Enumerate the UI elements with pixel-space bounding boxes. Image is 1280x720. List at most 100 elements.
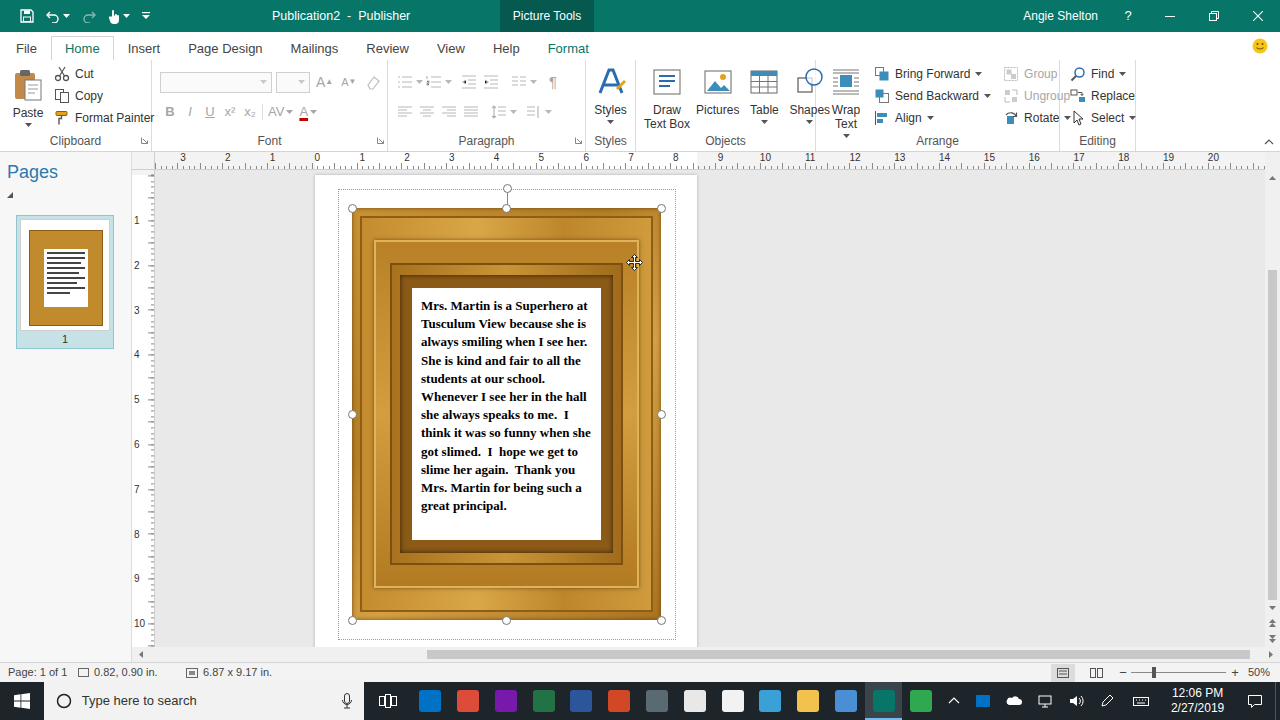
single-page-view-button[interactable] <box>1051 664 1075 682</box>
bullets-button[interactable] <box>394 71 416 93</box>
wrap-text-button[interactable]: WrapText <box>826 60 866 131</box>
two-page-view-button[interactable] <box>1085 664 1109 682</box>
picture-frame[interactable]: Mrs. Martin is a Superhero at Tusculum V… <box>352 208 661 620</box>
taskbar-app[interactable] <box>563 682 601 720</box>
keyboard-tray[interactable] <box>1122 682 1160 720</box>
align-button[interactable]: Align <box>872 107 936 129</box>
show-formatting-button[interactable]: ¶ <box>545 71 561 93</box>
help-button[interactable]: ? <box>1108 0 1148 32</box>
paragraph-spacing-button[interactable] <box>523 101 545 123</box>
pen-tray[interactable] <box>1091 682 1122 720</box>
undo-button[interactable] <box>46 9 70 23</box>
next-page-button[interactable] <box>1269 631 1276 647</box>
dialog-launcher[interactable] <box>575 137 582 144</box>
decrease-indent-button[interactable] <box>458 71 480 93</box>
taskbar-app[interactable] <box>902 682 940 720</box>
zoom-in-button[interactable]: + <box>1228 663 1242 683</box>
outlook-tray-tray[interactable] <box>968 682 999 720</box>
format-button[interactable]: I <box>180 101 200 123</box>
ribbon-tab[interactable]: Insert <box>114 36 175 60</box>
scroll-thumb[interactable] <box>427 650 1250 659</box>
resize-handle[interactable] <box>502 204 511 213</box>
feedback-button[interactable] <box>1252 32 1280 60</box>
resize-handle[interactable] <box>657 616 666 625</box>
ribbon-tab[interactable]: File <box>2 36 51 60</box>
volume-tray[interactable] <box>1060 682 1091 720</box>
format-button[interactable]: A <box>296 101 320 123</box>
taskbar-app[interactable] <box>638 682 676 720</box>
taskbar-app[interactable] <box>487 682 525 720</box>
format-button[interactable]: B <box>160 101 180 123</box>
close-button[interactable] <box>1236 0 1280 32</box>
task-view-button[interactable] <box>364 682 412 720</box>
insert-table-button[interactable]: Table <box>743 60 785 131</box>
resize-handle[interactable] <box>657 204 666 213</box>
ribbon-tab[interactable]: Home <box>51 36 114 60</box>
rotate-handle[interactable] <box>503 184 512 193</box>
touch-mode-button[interactable] <box>108 9 130 24</box>
format-button[interactable]: U <box>200 101 220 123</box>
align-center-button[interactable] <box>416 101 438 123</box>
numbering-button[interactable] <box>423 71 445 93</box>
taskbar-app[interactable] <box>449 682 487 720</box>
resize-handle[interactable] <box>348 616 357 625</box>
find-button[interactable]: Find <box>1068 63 1128 85</box>
text-box[interactable]: Mrs. Martin is a Superhero at Tusculum V… <box>412 288 601 540</box>
taskbar-app[interactable] <box>789 682 827 720</box>
scroll-thumb[interactable] <box>1268 270 1277 600</box>
taskbar-app[interactable] <box>676 682 714 720</box>
taskbar-app[interactable] <box>600 682 638 720</box>
user-account[interactable]: Angie Shelton <box>1023 0 1108 32</box>
justify-button[interactable] <box>460 101 482 123</box>
taskbar-app[interactable] <box>827 682 865 720</box>
dialog-launcher[interactable] <box>141 137 148 144</box>
ribbon-tab[interactable]: View <box>423 36 479 60</box>
ribbon-tab[interactable]: Review <box>352 36 423 60</box>
notifications-tray[interactable] <box>1235 682 1275 720</box>
vertical-scrollbar[interactable] <box>1265 170 1280 647</box>
insert-pictures-button[interactable]: Pictures <box>694 60 741 131</box>
taskbar-app[interactable] <box>865 682 903 720</box>
onedrive-tray[interactable] <box>999 682 1030 720</box>
paste-button[interactable]: Paste <box>8 63 48 131</box>
font-name-box[interactable] <box>160 72 272 93</box>
page-thumbnail[interactable]: 1 <box>16 215 114 349</box>
grow-font-button[interactable]: A▲ <box>314 72 335 93</box>
zoom-out-button[interactable]: − <box>1117 663 1129 683</box>
show-desktop-button[interactable] <box>1275 682 1280 720</box>
redo-button[interactable] <box>82 9 96 23</box>
resize-handle[interactable] <box>348 204 357 213</box>
copy-button[interactable]: Copy <box>52 85 156 107</box>
dialog-launcher[interactable] <box>377 137 384 144</box>
zoom-slider[interactable] <box>1131 672 1226 673</box>
align-right-button[interactable] <box>438 101 460 123</box>
insert-textbox-button[interactable]: DrawText Box <box>642 60 692 131</box>
taskbar-app[interactable] <box>525 682 563 720</box>
resize-handle[interactable] <box>502 616 511 625</box>
format-button[interactable]: x² <box>220 101 240 123</box>
restore-button[interactable] <box>1192 0 1236 32</box>
cut-button[interactable]: Cut <box>52 63 156 85</box>
taskbar-app[interactable] <box>714 682 752 720</box>
group-button[interactable]: Group <box>1001 63 1059 85</box>
taskbar-app[interactable] <box>412 682 450 720</box>
zoom-slider-thumb[interactable] <box>1152 667 1156 678</box>
align-left-button[interactable] <box>394 101 416 123</box>
replace-button[interactable]: Replace <box>1068 85 1137 107</box>
ribbon-tab[interactable]: Page Design <box>174 36 276 60</box>
ungroup-button[interactable]: Ungroup <box>1001 85 1072 107</box>
columns-button[interactable] <box>508 71 530 93</box>
customize-toolbar-button[interactable] <box>142 12 150 20</box>
ribbon-tab[interactable]: Mailings <box>277 36 353 60</box>
resize-handle[interactable] <box>348 410 357 419</box>
select-button[interactable]: Select <box>1068 107 1138 129</box>
network-tray[interactable] <box>1030 682 1061 720</box>
rotate-button[interactable]: Rotate <box>1001 107 1073 129</box>
taskbar-app[interactable] <box>751 682 789 720</box>
clear-formatting-button[interactable] <box>363 74 383 90</box>
format-button[interactable]: AV <box>265 101 296 123</box>
previous-page-button[interactable] <box>1269 615 1276 631</box>
insert-shapes-button[interactable]: Shapes <box>787 60 832 131</box>
bring-button[interactable]: Bring Forward <box>872 63 984 85</box>
start-button[interactable] <box>0 682 44 720</box>
